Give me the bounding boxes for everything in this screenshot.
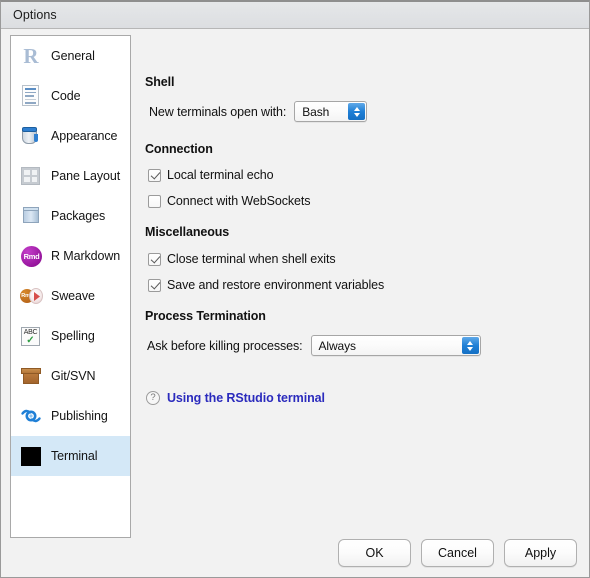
sidebar-item-packages[interactable]: Packages xyxy=(11,196,130,236)
ask-before-killing-value: Always xyxy=(318,338,357,353)
terminal-black-icon xyxy=(20,445,42,467)
sidebar-item-r-markdown[interactable]: Rmd R Markdown xyxy=(11,236,130,276)
new-terminals-shell-select[interactable]: Bash xyxy=(294,101,368,122)
sidebar-item-code[interactable]: Code xyxy=(11,76,130,116)
window-title: Options xyxy=(13,8,57,22)
rmd-circle-icon: Rmd xyxy=(20,245,42,267)
connection-section-heading: Connection xyxy=(145,142,213,156)
sidebar-item-label: General xyxy=(51,49,95,63)
rmd-icon-text: Rmd xyxy=(21,246,42,267)
dialog-button-bar: OK Cancel Apply xyxy=(338,539,577,567)
sidebar-item-label: Sweave xyxy=(51,289,95,303)
chevron-updown-icon[interactable] xyxy=(348,103,366,120)
sidebar-item-label: Appearance xyxy=(51,129,118,143)
connect-websockets-checkbox[interactable] xyxy=(148,194,161,208)
new-terminals-row: New terminals open with: Bash xyxy=(149,101,368,122)
process-termination-section-heading: Process Termination xyxy=(145,309,266,323)
code-document-icon xyxy=(20,85,42,107)
local-terminal-echo-row[interactable]: Local terminal echo xyxy=(148,168,274,182)
r-logo-icon: R xyxy=(23,44,39,68)
local-terminal-echo-checkbox[interactable] xyxy=(148,168,161,182)
connect-websockets-label: Connect with WebSockets xyxy=(167,194,311,208)
spelling-check-glyph: ✓ xyxy=(26,335,35,346)
local-terminal-echo-label: Local terminal echo xyxy=(167,168,274,182)
new-terminals-label: New terminals open with: xyxy=(149,104,287,119)
paint-bucket-icon xyxy=(20,125,42,147)
close-terminal-row[interactable]: Close terminal when shell exits xyxy=(148,252,336,266)
sidebar-item-general[interactable]: R General xyxy=(11,36,130,76)
publish-sync-icon xyxy=(20,405,42,427)
terminal-help-link-row[interactable]: ? Using the RStudio terminal xyxy=(146,391,325,405)
title-bar: Options xyxy=(1,2,589,29)
shell-section-heading: Shell xyxy=(145,75,175,89)
sidebar-item-spelling[interactable]: ABC ✓ Spelling xyxy=(11,316,130,356)
sidebar-item-terminal[interactable]: Terminal xyxy=(11,436,130,476)
sidebar-item-label: Spelling xyxy=(51,329,95,343)
terminal-options-pane: Shell New terminals open with: Bash Conn… xyxy=(141,29,589,577)
miscellaneous-section-heading: Miscellaneous xyxy=(145,225,230,239)
terminal-help-link[interactable]: Using the RStudio terminal xyxy=(167,391,325,405)
sidebar-item-label: Pane Layout xyxy=(51,169,121,183)
sidebar-item-appearance[interactable]: Appearance xyxy=(11,116,130,156)
spellcheck-icon: ABC ✓ xyxy=(20,325,42,347)
package-box-icon xyxy=(20,205,42,227)
sidebar-item-pane-layout[interactable]: Pane Layout xyxy=(11,156,130,196)
ask-before-killing-row: Ask before killing processes: Always xyxy=(147,335,481,356)
save-restore-env-checkbox[interactable] xyxy=(148,278,161,292)
dialog-body: R General Code Appearance Pane Layout Pa… xyxy=(1,29,589,577)
apply-button[interactable]: Apply xyxy=(504,539,577,567)
close-terminal-checkbox[interactable] xyxy=(148,252,161,266)
ask-before-killing-select[interactable]: Always xyxy=(310,335,481,356)
sidebar-item-sweave[interactable]: Rnw Sweave xyxy=(11,276,130,316)
sidebar-item-label: R Markdown xyxy=(51,249,121,263)
new-terminals-shell-value: Bash xyxy=(302,104,330,119)
git-box-icon xyxy=(20,365,42,387)
ok-button[interactable]: OK xyxy=(338,539,411,567)
sidebar-item-git-svn[interactable]: Git/SVN xyxy=(11,356,130,396)
cancel-button[interactable]: Cancel xyxy=(421,539,494,567)
sidebar-item-label: Packages xyxy=(51,209,106,223)
chevron-updown-icon[interactable] xyxy=(461,337,479,354)
sidebar-item-publishing[interactable]: Publishing xyxy=(11,396,130,436)
sweave-pdf-icon: Rnw xyxy=(20,285,43,307)
question-mark-icon[interactable]: ? xyxy=(146,391,160,405)
sidebar-item-label: Terminal xyxy=(51,449,98,463)
options-category-list[interactable]: R General Code Appearance Pane Layout Pa… xyxy=(10,35,131,538)
connect-websockets-row[interactable]: Connect with WebSockets xyxy=(148,194,310,208)
sidebar-item-label: Code xyxy=(51,89,81,103)
save-restore-env-label: Save and restore environment variables xyxy=(167,278,385,292)
sidebar-item-label: Publishing xyxy=(51,409,108,423)
close-terminal-label: Close terminal when shell exits xyxy=(167,252,336,266)
sidebar-item-label: Git/SVN xyxy=(51,369,96,383)
options-dialog-window: Options R General Code Appearance Pane L… xyxy=(0,0,590,578)
pane-grid-icon xyxy=(20,165,42,187)
save-restore-env-row[interactable]: Save and restore environment variables xyxy=(148,278,384,292)
ask-before-killing-label: Ask before killing processes: xyxy=(147,338,303,353)
